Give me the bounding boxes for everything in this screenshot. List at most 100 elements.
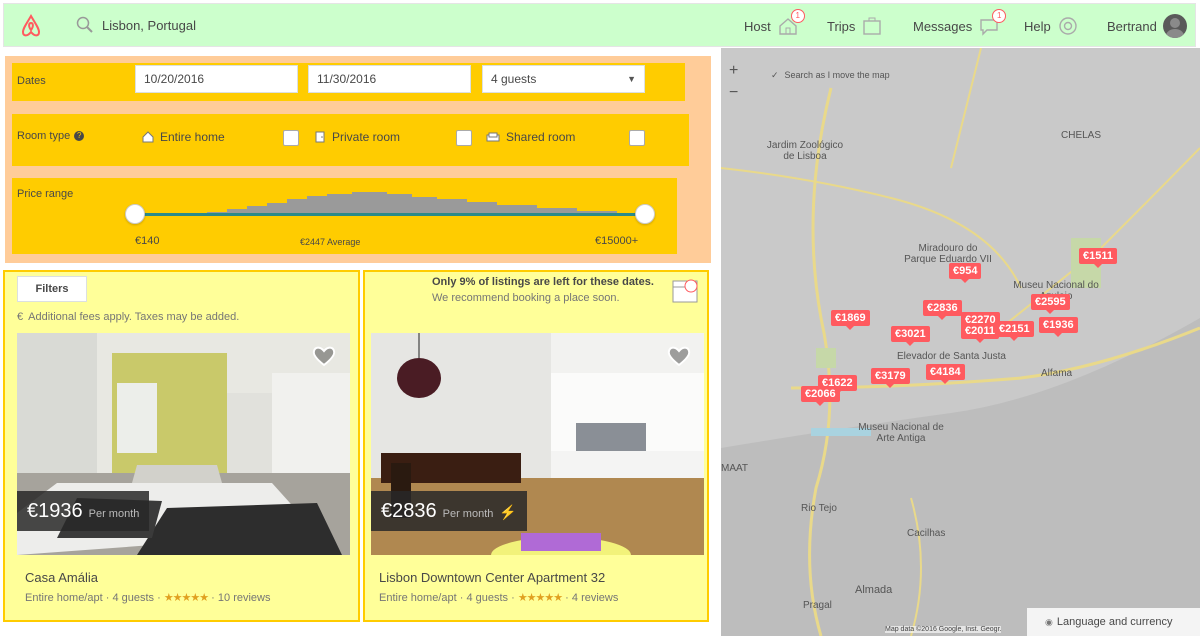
euro-info-icon: € — [17, 311, 24, 323]
search-as-move-label: Search as I move the map — [784, 70, 890, 80]
price-pin[interactable]: €2836 — [923, 300, 962, 320]
guests-select[interactable]: 4 guests ▼ — [482, 65, 645, 93]
price-pin[interactable]: €1936 — [1039, 317, 1078, 337]
listings-area: Filters € Additional fees apply. Taxes m… — [3, 270, 709, 636]
price-period: Per month — [442, 508, 494, 520]
price-pin[interactable]: €1511 — [1079, 248, 1117, 268]
price-max-handle[interactable] — [635, 204, 655, 224]
language-currency-button[interactable]: ◉ Language and currency — [1027, 608, 1200, 636]
price-slider-track[interactable] — [134, 213, 642, 216]
map-label: MAAT — [721, 463, 749, 474]
entire-home-label: Entire home — [160, 130, 225, 144]
star-rating: ★★★★★ — [163, 592, 209, 604]
language-currency-label: Language and currency — [1056, 616, 1173, 628]
room-type-row: Room type ? Entire home Private room Sha… — [12, 114, 689, 166]
listing-reviews[interactable]: 4 reviews — [572, 592, 618, 604]
zoom-out-button[interactable]: − — [729, 84, 738, 102]
dropdown-caret-icon: ▼ — [627, 74, 636, 84]
user-name: Bertrand — [1107, 18, 1157, 34]
map-label: Miradouro do Parque Eduardo VII — [904, 243, 992, 265]
nav-messages-label: Messages — [913, 18, 973, 34]
fees-note: € Additional fees apply. Taxes may be ad… — [17, 311, 239, 323]
listing-title[interactable]: Lisbon Downtown Center Apartment 32 — [379, 570, 605, 585]
location-search[interactable]: Lisbon, Portugal — [76, 16, 196, 34]
price-average-value: €2447 Average — [300, 237, 361, 247]
listing-reviews[interactable]: 10 reviews — [218, 592, 271, 604]
price-pin[interactable]: €2595 — [1031, 294, 1070, 314]
room-type-label: Room type — [17, 130, 71, 142]
fees-note-text: Additional fees apply. Taxes may be adde… — [28, 311, 240, 323]
price-min-handle[interactable] — [125, 204, 145, 224]
top-navigation-bar: Lisbon, Portugal Host 1 Trips Messages 1… — [0, 0, 1200, 51]
room-type-entire-home[interactable]: Entire home — [142, 130, 225, 144]
search-location-text: Lisbon, Portugal — [102, 17, 196, 33]
check-in-input[interactable]: 10/20/2016 — [135, 65, 298, 93]
filters-button[interactable]: Filters — [17, 276, 87, 302]
search-filters-panel: Dates 10/20/2016 11/30/2016 4 guests ▼ R… — [5, 56, 711, 263]
room-type-shared-room[interactable]: Shared room — [486, 130, 575, 144]
room-type-private-room[interactable]: Private room — [314, 130, 400, 144]
zoom-in-button[interactable]: + — [729, 62, 738, 80]
host-badge: 1 — [790, 9, 805, 23]
map-label: Pragal — [803, 600, 832, 611]
map-label: Museu Nacional de Arte Antiga — [858, 422, 944, 444]
calendar-icon — [672, 279, 698, 303]
price-pin[interactable]: €3021 — [891, 326, 930, 346]
search-as-move-toggle[interactable]: ✓ Search as I move the map — [771, 70, 890, 81]
map-label: Rio Tejo — [801, 503, 837, 514]
guests-value: 4 guests — [491, 72, 537, 86]
room-type-label-wrap: Room type ? — [17, 130, 85, 142]
nav-messages[interactable]: Messages 1 — [913, 4, 1007, 48]
nav-help-label: Help — [1024, 18, 1051, 34]
listing-price: €1936 — [27, 500, 83, 522]
nav-user-menu[interactable]: Bertrand — [1107, 4, 1187, 48]
nav-help[interactable]: Help — [1024, 4, 1079, 48]
check-out-input[interactable]: 11/30/2016 — [308, 65, 471, 93]
avatar — [1162, 14, 1187, 38]
help-circle-icon[interactable]: ? — [74, 131, 85, 141]
price-pin[interactable]: €2151 — [995, 321, 1034, 341]
private-room-checkbox[interactable] — [456, 130, 472, 146]
listing-price-tag: €1936 Per month — [17, 491, 150, 531]
map-label: Cacilhas — [907, 528, 946, 539]
door-icon — [315, 131, 325, 143]
entire-home-checkbox[interactable] — [283, 130, 299, 146]
shared-room-label: Shared room — [506, 130, 576, 144]
private-room-label: Private room — [332, 130, 401, 144]
map-label: Elevador de Santa Justa — [897, 351, 1006, 362]
listing-card[interactable]: Only 9% of listings are left for these d… — [363, 270, 709, 622]
map-panel[interactable]: + − ✓ Search as I move the map Jardim Zo… — [721, 48, 1200, 636]
listing-meta: Entire home/apt · 4 guests · ★★★★★ · 4 r… — [379, 592, 619, 604]
listing-title[interactable]: Casa Amália — [25, 570, 98, 585]
map-label: Almada — [855, 584, 893, 596]
nav-host[interactable]: Host 1 — [744, 4, 805, 48]
price-pin[interactable]: €954 — [949, 263, 982, 283]
price-pin[interactable]: €3179 — [871, 368, 910, 388]
shared-room-checkbox[interactable] — [629, 130, 645, 146]
scarcity-notice-line2: We recommend booking a place soon. — [432, 292, 620, 304]
favorite-heart-icon[interactable] — [666, 343, 692, 369]
listing-card[interactable]: Filters € Additional fees apply. Taxes m… — [3, 270, 360, 622]
house-icon — [142, 131, 154, 143]
nav-trips[interactable]: Trips — [827, 4, 883, 48]
dates-label: Dates — [17, 75, 46, 87]
map-attribution: Map data ©2016 Google, Inst. Geogr. — [885, 626, 1002, 633]
suitcase-icon — [863, 17, 882, 35]
couch-icon — [486, 132, 500, 142]
header-bar: Lisbon, Portugal Host 1 Trips Messages 1… — [3, 3, 1196, 47]
price-max-value: €15000+ — [595, 235, 639, 247]
price-pin[interactable]: €4184 — [926, 364, 965, 384]
price-pin[interactable]: €2066 — [801, 386, 840, 406]
scarcity-notice-line1: Only 9% of listings are left for these d… — [432, 276, 654, 288]
instant-book-lightning-icon: ⚡ — [499, 504, 517, 520]
chat-bubble-icon: 1 — [978, 9, 1007, 37]
dates-row: Dates 10/20/2016 11/30/2016 4 guests ▼ — [12, 63, 685, 101]
nav-trips-label: Trips — [827, 18, 856, 34]
favorite-heart-icon[interactable] — [311, 343, 337, 369]
listing-room-type: Entire home/apt — [25, 592, 103, 604]
price-pin[interactable]: €2011 — [961, 323, 999, 343]
map-label: CHELAS — [1061, 130, 1102, 141]
filters-button-label: Filters — [35, 283, 69, 295]
price-pin[interactable]: €1869 — [831, 310, 870, 330]
airbnb-logo-icon[interactable] — [18, 13, 44, 39]
